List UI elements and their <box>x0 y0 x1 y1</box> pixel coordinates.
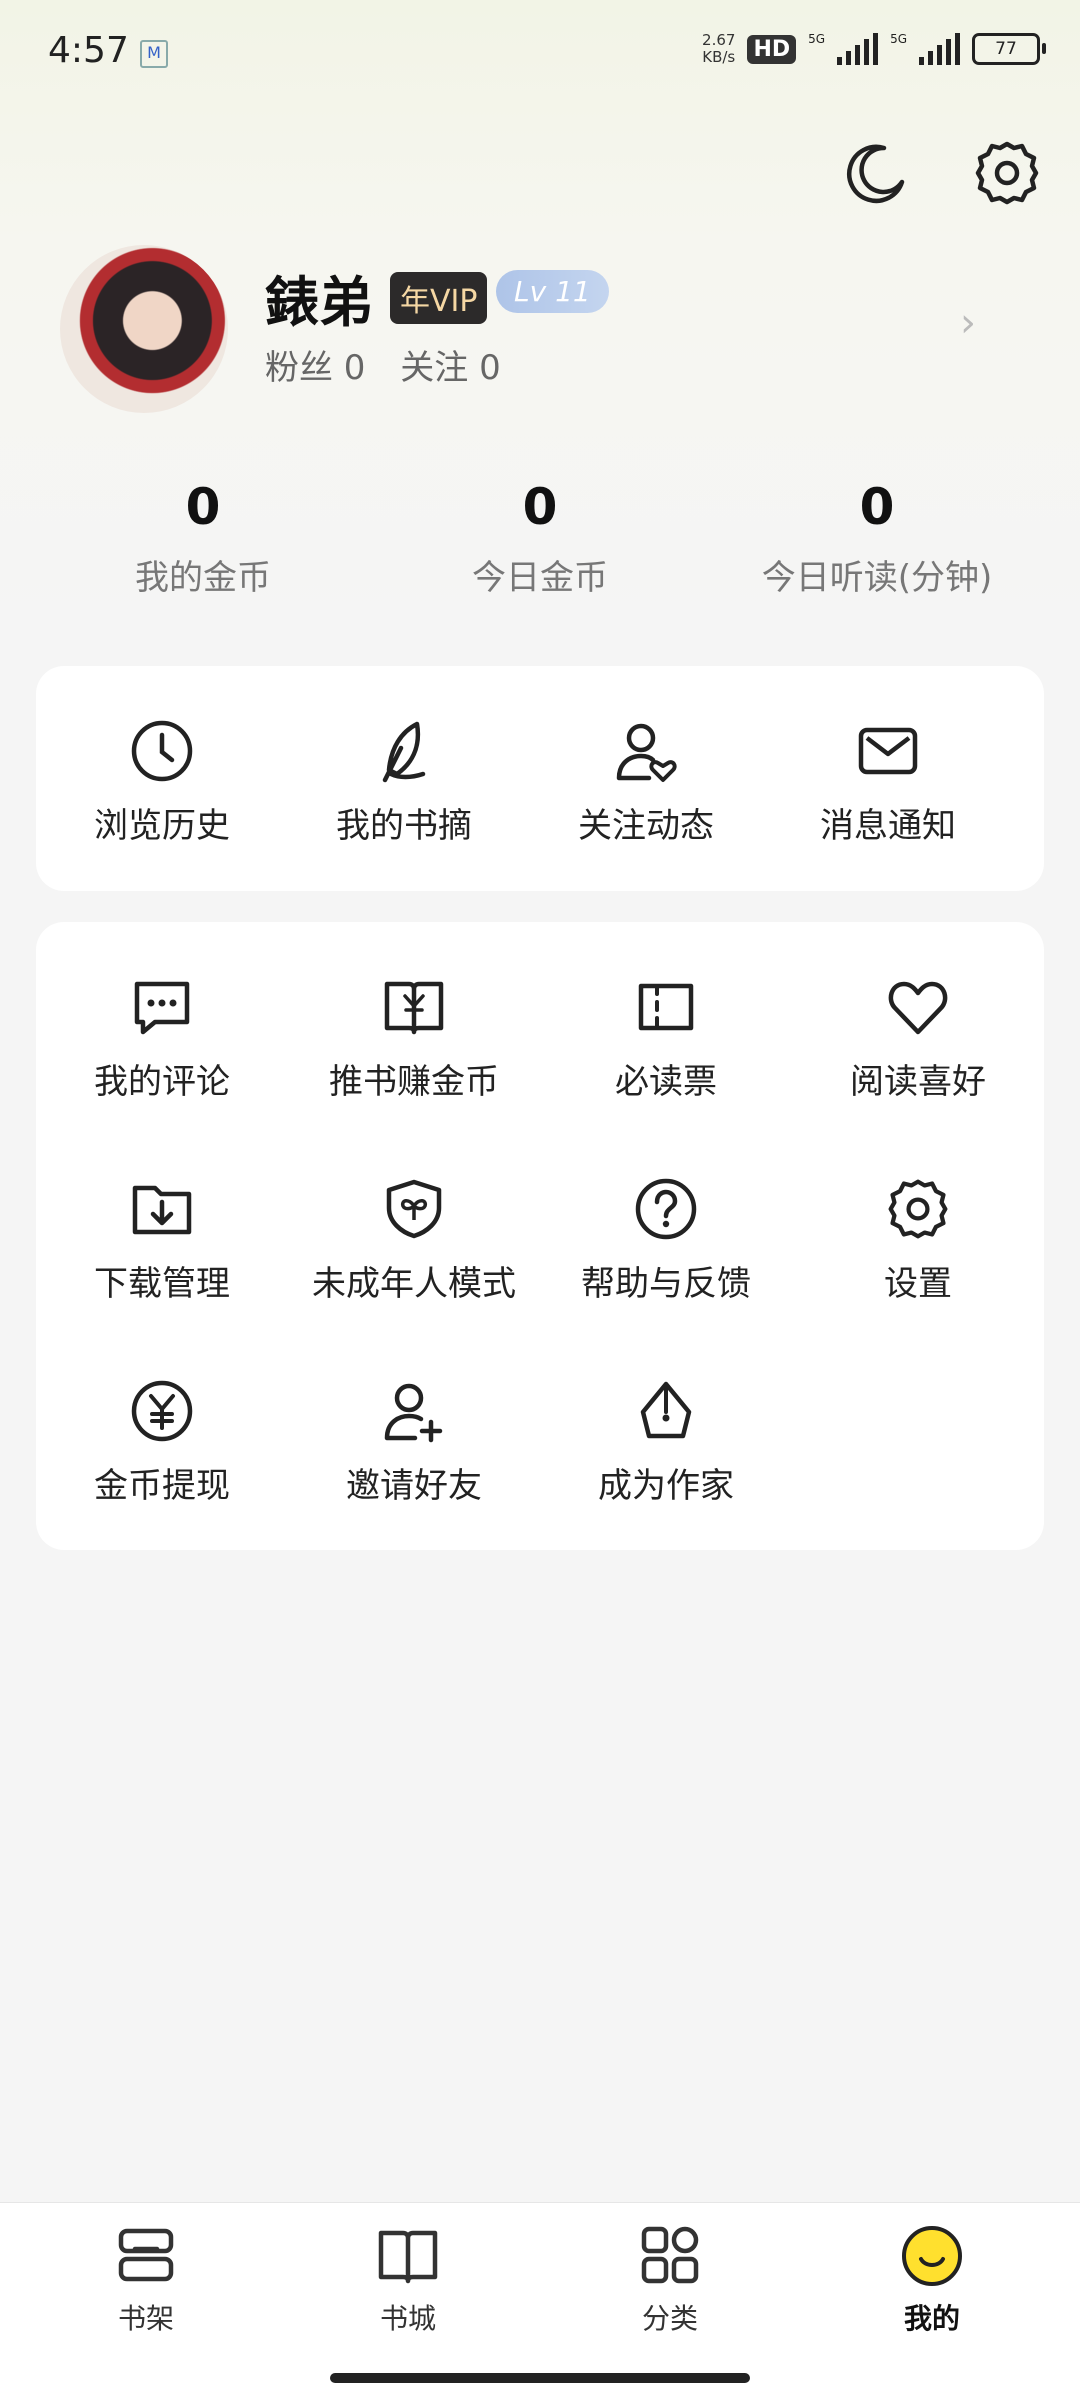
item-label: 我的书摘 <box>336 806 472 846</box>
add-user-icon <box>384 1383 443 1443</box>
mail-icon <box>858 727 918 775</box>
level-badge[interactable]: Lv 11 <box>496 270 609 313</box>
stat-today-coins[interactable]: 0 今日金币 <box>375 478 705 599</box>
item-label: 我的评论 <box>94 1062 230 1102</box>
download-folder-icon <box>132 1185 192 1235</box>
profile-chevron-right-icon[interactable]: › <box>960 300 976 346</box>
night-mode-icon[interactable] <box>840 138 910 208</box>
quick-notifications[interactable]: 消息通知 <box>762 718 1014 847</box>
bookshelf-icon <box>118 2228 174 2282</box>
signal2-label: 5G <box>890 32 907 46</box>
menu-download-manager[interactable]: 下载管理 <box>36 1176 288 1305</box>
stat-my-coins[interactable]: 0 我的金币 <box>38 478 368 599</box>
quick-browse-history[interactable]: 浏览历史 <box>36 718 288 847</box>
item-label: 必读票 <box>615 1062 717 1102</box>
menu-become-writer[interactable]: 成为作家 <box>540 1378 792 1507</box>
hd-badge: HD <box>747 34 797 64</box>
grid-icon <box>641 2226 699 2284</box>
user-name[interactable]: 錶弟 <box>265 258 373 337</box>
menu-my-comments[interactable]: 我的评论 <box>36 974 288 1103</box>
battery-icon: 77 <box>972 33 1046 65</box>
network-speed-value: 2.67 <box>702 31 736 49</box>
menu-card: 我的评论 推书赚金币 必读票 阅读喜好 下载管理 未成年人模式 帮助与反馈 设置… <box>36 922 1044 1550</box>
status-bar: 4:57 M 2.67 KB/s HD 5G 5G 77 <box>0 0 1080 104</box>
following-count[interactable]: 关注 0 <box>400 348 500 388</box>
menu-invite-friends[interactable]: 邀请好友 <box>288 1378 540 1507</box>
tab-mine[interactable]: 我的 <box>842 2225 1022 2337</box>
ticket-icon <box>638 983 694 1031</box>
status-right-group: 2.67 KB/s HD 5G 5G 77 <box>702 32 1046 66</box>
pen-nib-icon <box>640 1381 692 1439</box>
stat-today-listen[interactable]: 0 今日听读(分钟) <box>712 478 1042 599</box>
tab-label: 分类 <box>641 2302 698 2335</box>
coin-icon <box>131 1380 193 1442</box>
stat-value: 0 <box>185 478 221 536</box>
feather-icon <box>382 721 426 783</box>
quick-follow-updates[interactable]: 关注动态 <box>520 718 772 847</box>
item-label: 消息通知 <box>820 806 956 846</box>
heart-icon <box>888 981 948 1035</box>
tab-label: 我的 <box>903 2302 960 2335</box>
home-indicator[interactable] <box>330 2373 750 2383</box>
menu-recommend-earn[interactable]: 推书赚金币 <box>288 974 540 1103</box>
comment-icon <box>134 981 190 1035</box>
book-coin-icon <box>384 981 444 1035</box>
stat-label: 我的金币 <box>135 558 271 598</box>
menu-reading-preference[interactable]: 阅读喜好 <box>792 974 1044 1103</box>
menu-help-feedback[interactable]: 帮助与反馈 <box>540 1176 792 1305</box>
network-speed: 2.67 KB/s <box>702 32 735 66</box>
item-label: 下载管理 <box>94 1264 230 1304</box>
item-label: 推书赚金币 <box>329 1062 499 1102</box>
item-label: 未成年人模式 <box>312 1264 516 1304</box>
tab-bookstore[interactable]: 书城 <box>318 2225 498 2337</box>
shield-sprout-icon <box>386 1179 442 1239</box>
menu-minor-mode[interactable]: 未成年人模式 <box>288 1176 540 1305</box>
tab-category[interactable]: 分类 <box>580 2225 760 2337</box>
item-label: 设置 <box>884 1264 952 1304</box>
open-book-icon <box>378 2230 438 2284</box>
item-label: 邀请好友 <box>346 1466 482 1506</box>
item-label: 金币提现 <box>94 1466 230 1506</box>
gear-icon <box>888 1179 948 1239</box>
menu-must-read-ticket[interactable]: 必读票 <box>540 974 792 1103</box>
smiley-icon <box>902 2226 962 2286</box>
avatar[interactable] <box>60 245 228 413</box>
tab-label: 书城 <box>379 2302 436 2335</box>
stat-value: 0 <box>859 478 895 536</box>
quick-actions-card: 浏览历史 我的书摘 关注动态 消息通知 <box>36 666 1044 891</box>
stat-label: 今日听读(分钟) <box>761 558 993 598</box>
signal2-icon <box>919 33 960 65</box>
menu-coin-withdraw[interactable]: 金币提现 <box>36 1378 288 1507</box>
item-label: 阅读喜好 <box>850 1062 986 1102</box>
mail-notification-icon: M <box>140 40 168 68</box>
user-heart-icon <box>616 723 677 782</box>
stat-label: 今日金币 <box>472 558 608 598</box>
item-label: 关注动态 <box>578 806 714 846</box>
signal1-icon <box>837 33 879 65</box>
status-time: 4:57 <box>48 30 129 71</box>
help-icon <box>635 1178 697 1240</box>
vip-badge[interactable]: 年VIP <box>390 272 488 324</box>
stat-value: 0 <box>522 478 558 536</box>
item-label: 成为作家 <box>598 1466 734 1506</box>
bottom-nav: 书架 书城 分类 我的 <box>0 2202 1080 2401</box>
settings-gear-icon[interactable] <box>972 138 1042 208</box>
quick-my-excerpts[interactable]: 我的书摘 <box>278 718 530 847</box>
clock-icon <box>131 720 193 782</box>
follow-stats: 粉丝 0 关注 0 <box>265 340 501 389</box>
network-speed-unit: KB/s <box>702 48 736 66</box>
signal1-label: 5G <box>808 32 826 46</box>
fans-count[interactable]: 粉丝 0 <box>265 348 365 388</box>
tab-label: 书架 <box>117 2302 174 2335</box>
item-label: 浏览历史 <box>94 806 230 846</box>
item-label: 帮助与反馈 <box>581 1264 751 1304</box>
menu-settings[interactable]: 设置 <box>792 1176 1044 1305</box>
tab-bookshelf[interactable]: 书架 <box>56 2225 236 2337</box>
